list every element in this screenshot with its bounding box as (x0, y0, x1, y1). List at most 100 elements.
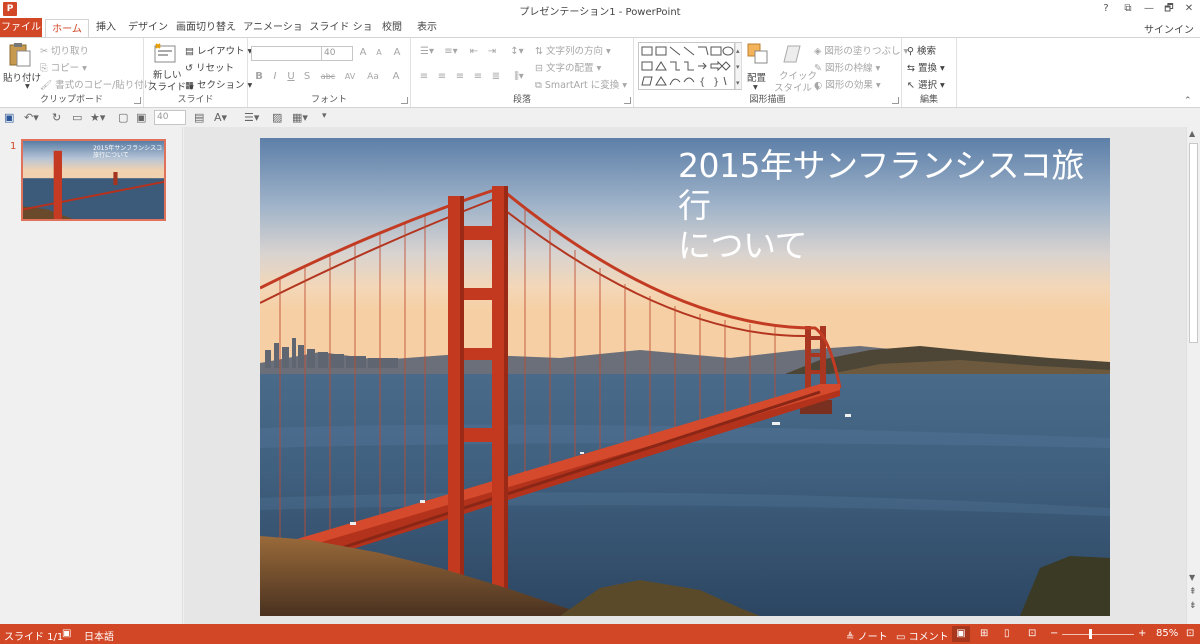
next-slide-icon[interactable]: ⇟ (1189, 601, 1197, 611)
normal-view-icon[interactable]: ▣ (952, 626, 970, 642)
distribute-icon[interactable]: ≣ (489, 71, 503, 82)
decrease-indent-icon[interactable]: ⇤ (467, 46, 481, 57)
collapse-ribbon-icon[interactable]: ⌃ (1184, 96, 1192, 106)
scroll-down-icon[interactable]: ▼ (1189, 573, 1195, 582)
fit-to-window-icon[interactable]: ⊡ (1186, 628, 1194, 639)
tab-animations[interactable]: アニメーション (242, 18, 304, 52)
shrink-font-button[interactable]: A (372, 48, 386, 57)
minimize-button[interactable]: — (1140, 1, 1158, 16)
previous-slide-icon[interactable]: ⇞ (1189, 587, 1197, 597)
section-button[interactable]: ▦ セクション ▾ (185, 77, 252, 91)
zoom-in-icon[interactable]: + (1138, 628, 1146, 639)
strikethrough-button[interactable]: abc (318, 72, 338, 81)
notes-button[interactable]: ≜ ノート (846, 628, 888, 643)
line-spacing-icon[interactable]: ↕▾ (507, 46, 527, 57)
replace-button[interactable]: ⇆ 置換 ▾ (907, 60, 945, 74)
zoom-slider[interactable] (1062, 634, 1134, 635)
start-slideshow-icon[interactable]: ▭ (72, 111, 82, 124)
grow-font-button[interactable]: A (356, 47, 370, 58)
select-button[interactable]: ↖ 選択 ▾ (907, 77, 945, 91)
copy-button[interactable]: ⎘ コピー ▾ (40, 60, 87, 74)
help-button[interactable]: ? (1097, 1, 1115, 16)
font-launcher-icon[interactable] (401, 97, 408, 104)
italic-button[interactable]: I (268, 71, 282, 82)
align-right-icon[interactable]: ≡ (453, 71, 467, 82)
vertical-scrollbar[interactable]: ▲ ▼ ⇞ ⇟ (1186, 127, 1200, 624)
reset-button[interactable]: ↺ リセット (185, 60, 234, 74)
zoom-level[interactable]: 85% (1156, 628, 1178, 639)
undo-icon[interactable]: ↶▾ (24, 111, 39, 124)
justify-icon[interactable]: ≡ (471, 71, 485, 82)
smartart-button[interactable]: ⧉ SmartArt に変換 ▾ (535, 77, 627, 91)
tab-file[interactable]: ファイル (0, 18, 42, 38)
shapes-gallery[interactable]: {} ▴ ▾ ▾ (638, 42, 742, 90)
change-case-button[interactable]: Aa (363, 72, 383, 82)
scroll-up-icon[interactable]: ▲ (1189, 129, 1195, 138)
slide-sorter-icon[interactable]: ⊞ (980, 628, 988, 639)
paragraph-launcher-icon[interactable] (624, 97, 631, 104)
format-painter-button[interactable]: 🖌 書式のコピー/貼り付け (40, 77, 153, 91)
tab-slide-show[interactable]: スライド ショー (309, 18, 373, 52)
table-icon[interactable]: ▦▾ (292, 111, 308, 124)
slide-title[interactable]: 2015年サンフランシスコ旅行 について (678, 146, 1108, 266)
zoom-slider-thumb[interactable] (1089, 629, 1092, 639)
tab-review[interactable]: 校閲 (378, 18, 406, 38)
bold-button[interactable]: B (252, 71, 266, 82)
reading-view-icon[interactable]: ▯ (1004, 628, 1010, 639)
save-icon[interactable]: ▣ (4, 111, 14, 124)
tab-transitions[interactable]: 画面切り替え (174, 18, 238, 38)
text-box-icon[interactable]: ▤ (194, 111, 204, 124)
text-direction-button[interactable]: ⇅ 文字列の方向 ▾ (535, 43, 611, 57)
slide-thumbnail[interactable]: 2015年サンフランシスコ旅行について (21, 139, 166, 221)
character-spacing-button[interactable]: AV (340, 72, 360, 81)
clear-format-button[interactable]: A (390, 47, 404, 58)
font-size-input[interactable]: 40 (321, 46, 353, 61)
zoom-out-icon[interactable]: − (1050, 628, 1058, 639)
slideshow-view-icon[interactable]: ⊡ (1028, 628, 1036, 639)
paste-button[interactable]: 貼り付け (3, 70, 41, 84)
tab-view[interactable]: 表示 (412, 18, 442, 38)
paste-dropdown-icon[interactable]: ▾ (25, 81, 30, 92)
shape-icon[interactable]: ▣ (136, 111, 146, 124)
editing-group: ⚲ 検索 ⇆ 置換 ▾ ↖ 選択 ▾ 編集 (902, 38, 957, 107)
drawing-launcher-icon[interactable] (892, 97, 899, 104)
shadow-button[interactable]: S (300, 71, 314, 82)
find-button[interactable]: ⚲ 検索 (907, 43, 936, 57)
comments-button[interactable]: ▭ コメント (896, 628, 949, 643)
scroll-thumb[interactable] (1189, 143, 1198, 343)
shape-fill-button[interactable]: ◈ 図形の塗りつぶし ▾ (814, 43, 908, 57)
signin-link[interactable]: サインイン (1144, 21, 1194, 36)
tab-home[interactable]: ホーム (45, 19, 89, 39)
star-icon[interactable]: ★▾ (90, 111, 105, 124)
font-color-button[interactable]: A (389, 71, 403, 82)
cut-button[interactable]: ✂ 切り取り (40, 43, 89, 57)
underline-button[interactable]: U (284, 71, 298, 82)
tab-design[interactable]: デザイン (126, 18, 170, 38)
tab-insert[interactable]: 挿入 (91, 18, 121, 38)
ribbon-display-options-button[interactable]: ⧉ (1119, 1, 1137, 16)
align-text-button[interactable]: ⊟ 文字の配置 ▾ (535, 60, 601, 74)
spellcheck-icon[interactable]: ▣ (62, 628, 71, 639)
bullets-icon[interactable]: ☰▾ (417, 46, 437, 57)
increase-indent-icon[interactable]: ⇥ (485, 46, 499, 57)
format-icon[interactable]: ▢ (118, 111, 128, 124)
columns-icon[interactable]: ⫼▾ (509, 71, 529, 82)
language-indicator[interactable]: 日本語 (84, 628, 114, 643)
list-icon[interactable]: ☰▾ (244, 111, 259, 124)
shape-effects-button[interactable]: ◐ 図形の効果 ▾ (814, 77, 881, 91)
font-name-input[interactable] (251, 46, 324, 61)
redo-icon[interactable]: ↻ (52, 111, 61, 124)
align-center-icon[interactable]: ≡ (435, 71, 449, 82)
slide-canvas[interactable]: 2015年サンフランシスコ旅行 について (260, 138, 1110, 616)
layout-button[interactable]: ▤ レイアウト ▾ (185, 43, 252, 57)
picture-icon[interactable]: ▨ (272, 111, 282, 124)
close-button[interactable]: ✕ (1180, 1, 1198, 16)
shape-outline-button[interactable]: ✎ 図形の枠線 ▾ (814, 60, 880, 74)
numbering-icon[interactable]: ≡▾ (441, 46, 461, 57)
clipboard-launcher-icon[interactable] (134, 97, 141, 104)
qat-font-size-input[interactable]: 40 (154, 110, 186, 125)
customize-qat-icon[interactable]: ▾ (322, 111, 327, 121)
font-color-icon[interactable]: A▾ (214, 111, 227, 124)
align-left-icon[interactable]: ≡ (417, 71, 431, 82)
maximize-button[interactable]: 🗗 (1160, 1, 1178, 16)
